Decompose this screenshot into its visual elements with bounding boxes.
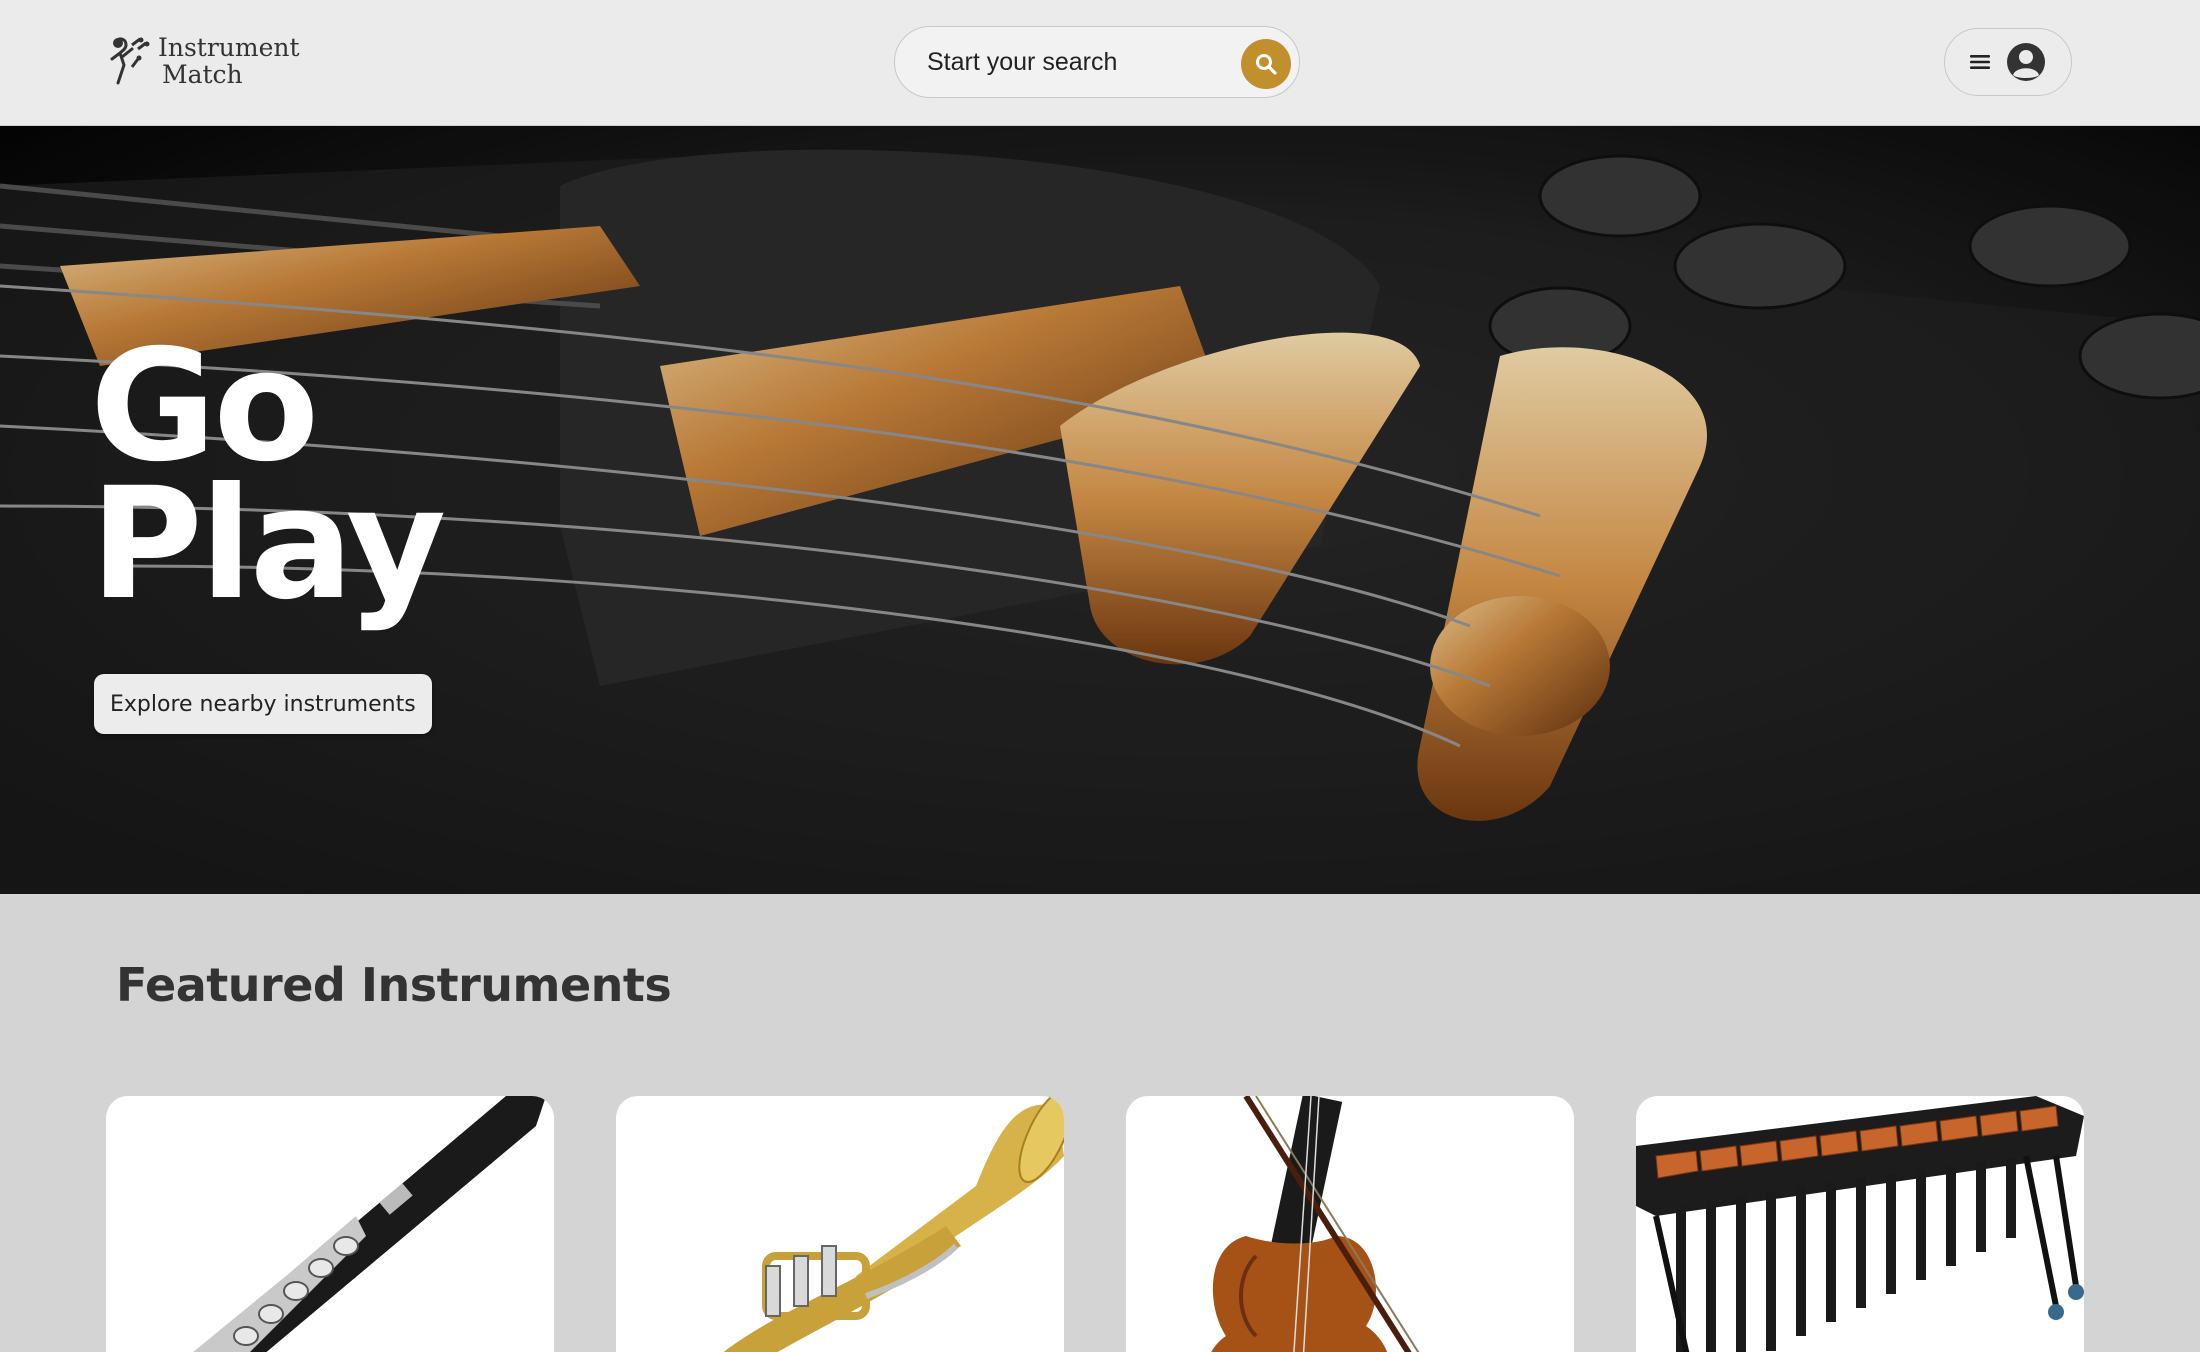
flute-image [193,1096,546,1352]
explore-nearby-button[interactable]: Explore nearby instruments [94,674,432,734]
user-menu-button[interactable] [1944,28,2072,96]
hero-title-line-2: Play [90,455,446,634]
search-button[interactable] [1241,39,1291,89]
search-icon [1256,54,1277,75]
hero-banner: Go Play Explore nearby instruments [0,126,2200,894]
instrument-card-marimba[interactable] [1636,1096,2084,1352]
logo-musician-icon [110,37,150,85]
search-bar[interactable] [894,26,1300,98]
search-input[interactable] [927,47,1227,77]
instrument-card-flute[interactable] [106,1096,554,1352]
logo[interactable]: Instrument Match [108,34,300,88]
site-header: Instrument Match [0,0,2200,126]
featured-section-title: Featured Instruments [116,958,672,1012]
violin-image [1211,1096,1420,1352]
logo-line-2: Match [162,60,243,89]
instrument-card-trumpet[interactable] [616,1096,1064,1352]
logo-line-1: Instrument [158,33,300,62]
user-avatar-icon [2007,43,2045,81]
trumpet-image [723,1096,1064,1352]
marimba-image [1636,1096,2084,1352]
instrument-card-violin[interactable] [1126,1096,1574,1352]
hamburger-menu-icon [1970,55,1990,69]
hero-title: Go Play [90,330,446,634]
